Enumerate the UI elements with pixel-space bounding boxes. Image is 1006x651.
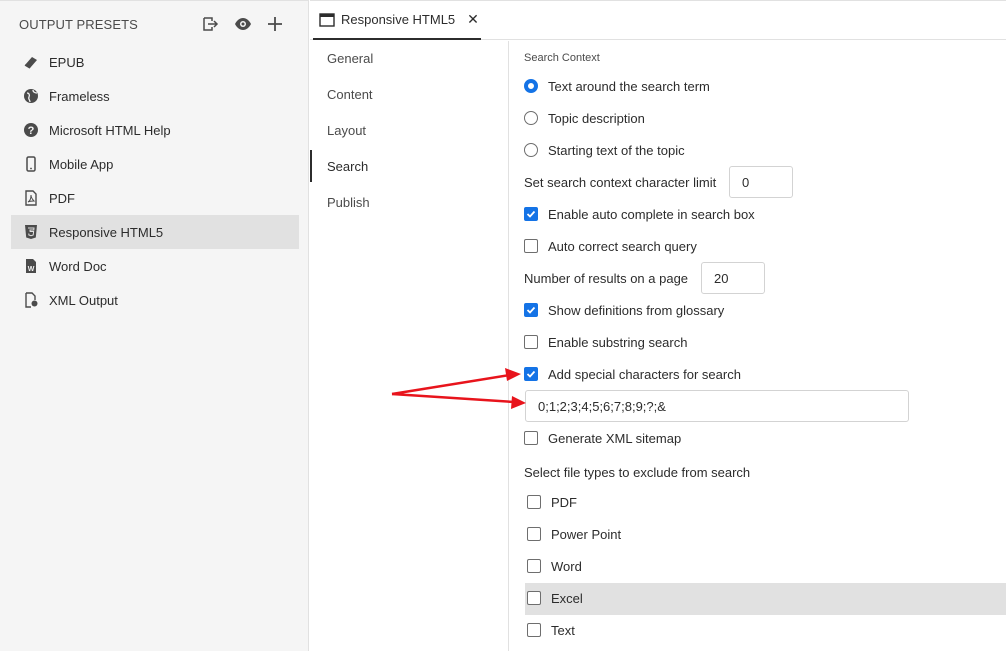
preset-epub[interactable]: EPUB: [11, 45, 299, 79]
exclude-powerpoint-row[interactable]: Power Point: [527, 522, 621, 546]
substring-row[interactable]: Enable substring search: [524, 330, 687, 354]
checkbox[interactable]: [524, 335, 538, 349]
checkbox-label: Power Point: [551, 526, 622, 542]
checkbox-label: Excel: [551, 590, 583, 606]
checkbox-label: Enable auto complete in search box: [548, 206, 755, 222]
preset-xml-output[interactable]: XML Output: [11, 283, 299, 317]
special-chars-row[interactable]: Add special characters for search: [524, 362, 741, 386]
exclude-pdf-row[interactable]: PDF: [527, 490, 577, 514]
checkbox[interactable]: [527, 527, 541, 541]
hover-highlight: [525, 583, 1006, 615]
svg-text:?: ?: [28, 125, 35, 137]
html5-icon: [23, 224, 39, 240]
nav-search[interactable]: Search: [310, 150, 508, 182]
checkbox-label: Generate XML sitemap: [548, 430, 682, 446]
preset-label: Microsoft HTML Help: [49, 122, 171, 138]
preset-frameless[interactable]: Frameless: [11, 79, 299, 113]
tab-label: Responsive HTML5: [341, 12, 456, 27]
preset-pdf[interactable]: PDF: [11, 181, 299, 215]
tab-bar: Responsive HTML5 ✕: [310, 0, 1006, 40]
help-circle-icon: ?: [23, 122, 39, 138]
checkbox-label: PDF: [551, 494, 577, 510]
preset-label: Word Doc: [49, 258, 107, 274]
nav-content[interactable]: Content: [310, 78, 508, 110]
preset-label: PDF: [49, 190, 75, 206]
checkbox[interactable]: [527, 623, 541, 637]
settings-nav: General Content Layout Search Publish: [310, 41, 509, 651]
radio-button[interactable]: [524, 143, 538, 157]
checkbox[interactable]: [527, 495, 541, 509]
search-context-label: Search Context: [524, 52, 600, 64]
checkbox[interactable]: [524, 239, 538, 253]
preset-label: Mobile App: [49, 156, 114, 172]
radio-label: Text around the search term: [548, 78, 710, 94]
radio-starting-text-row[interactable]: Starting text of the topic: [524, 138, 685, 162]
nav-general[interactable]: General: [310, 42, 508, 74]
checkbox-checked[interactable]: [524, 303, 538, 317]
radio-text-around-row[interactable]: Text around the search term: [524, 74, 710, 98]
word-doc-icon: W: [23, 258, 39, 274]
globe-icon: [23, 88, 39, 104]
pdf-icon: [23, 190, 39, 206]
checkbox-label: Word: [551, 558, 582, 574]
special-chars-input[interactable]: 0;1;2;3;4;5;6;7;8;9;?;&: [525, 390, 909, 422]
checkbox-label: Add special characters for search: [548, 366, 741, 382]
char-limit-label: Set search context character limit: [524, 174, 717, 190]
preset-label: Frameless: [49, 88, 110, 104]
search-settings-panel: Search Context Text around the search te…: [510, 41, 1006, 651]
nav-layout[interactable]: Layout: [310, 114, 508, 146]
xml-sitemap-row[interactable]: Generate XML sitemap: [524, 426, 681, 450]
window-icon: [319, 12, 335, 28]
exclude-file-types-label: Select file types to exclude from search: [524, 464, 751, 480]
checkbox-label: Text: [551, 622, 575, 638]
preset-mobile-app[interactable]: Mobile App: [11, 147, 299, 181]
preset-label: EPUB: [49, 54, 85, 70]
checkbox[interactable]: [527, 591, 541, 605]
exclude-text-row[interactable]: Text: [527, 618, 575, 642]
glossary-row[interactable]: Show definitions from glossary: [524, 298, 724, 322]
output-presets-panel: OUTPUT PRESETS EPUB Frameless ? Microsof…: [0, 0, 309, 651]
checkbox-label: Enable substring search: [548, 334, 688, 350]
checkbox-checked[interactable]: [524, 367, 538, 381]
char-limit-input[interactable]: 0: [729, 166, 793, 198]
checkbox[interactable]: [524, 431, 538, 445]
autocorrect-row[interactable]: Auto correct search query: [524, 234, 697, 258]
checkbox-label: Show definitions from glossary: [548, 302, 725, 318]
nav-publish[interactable]: Publish: [310, 186, 508, 218]
radio-button-selected[interactable]: [524, 79, 538, 93]
svg-text:W: W: [28, 266, 35, 273]
results-per-page-label: Number of results on a page: [524, 270, 689, 286]
close-icon[interactable]: ✕: [467, 11, 479, 28]
preset-microsoft-html-help[interactable]: ? Microsoft HTML Help: [11, 113, 299, 147]
xml-output-icon: [23, 292, 39, 308]
results-per-page-input[interactable]: 20: [701, 262, 765, 294]
output-presets-title: OUTPUT PRESETS: [19, 17, 138, 32]
preset-label: XML Output: [49, 292, 118, 308]
radio-label: Topic description: [548, 110, 645, 126]
checkbox-checked[interactable]: [524, 207, 538, 221]
export-icon[interactable]: [200, 14, 220, 34]
tab-responsive-html5[interactable]: Responsive HTML5 ✕: [313, 1, 481, 40]
checkbox-label: Auto correct search query: [548, 238, 697, 254]
panel-top-border: [0, 0, 309, 4]
autocomplete-row[interactable]: Enable auto complete in search box: [524, 202, 755, 226]
radio-button[interactable]: [524, 111, 538, 125]
epub-icon: [23, 54, 39, 70]
exclude-excel-row[interactable]: Excel: [527, 586, 583, 610]
radio-topic-description-row[interactable]: Topic description: [524, 106, 645, 130]
radio-label: Starting text of the topic: [548, 142, 685, 158]
preset-responsive-html5[interactable]: Responsive HTML5: [11, 215, 299, 249]
preview-eye-icon[interactable]: [233, 14, 253, 34]
exclude-word-row[interactable]: Word: [527, 554, 582, 578]
preset-label: Responsive HTML5: [49, 224, 164, 240]
preset-word-doc[interactable]: W Word Doc: [11, 249, 299, 283]
mobile-icon: [23, 156, 39, 172]
checkbox[interactable]: [527, 559, 541, 573]
add-plus-icon[interactable]: [265, 14, 285, 34]
